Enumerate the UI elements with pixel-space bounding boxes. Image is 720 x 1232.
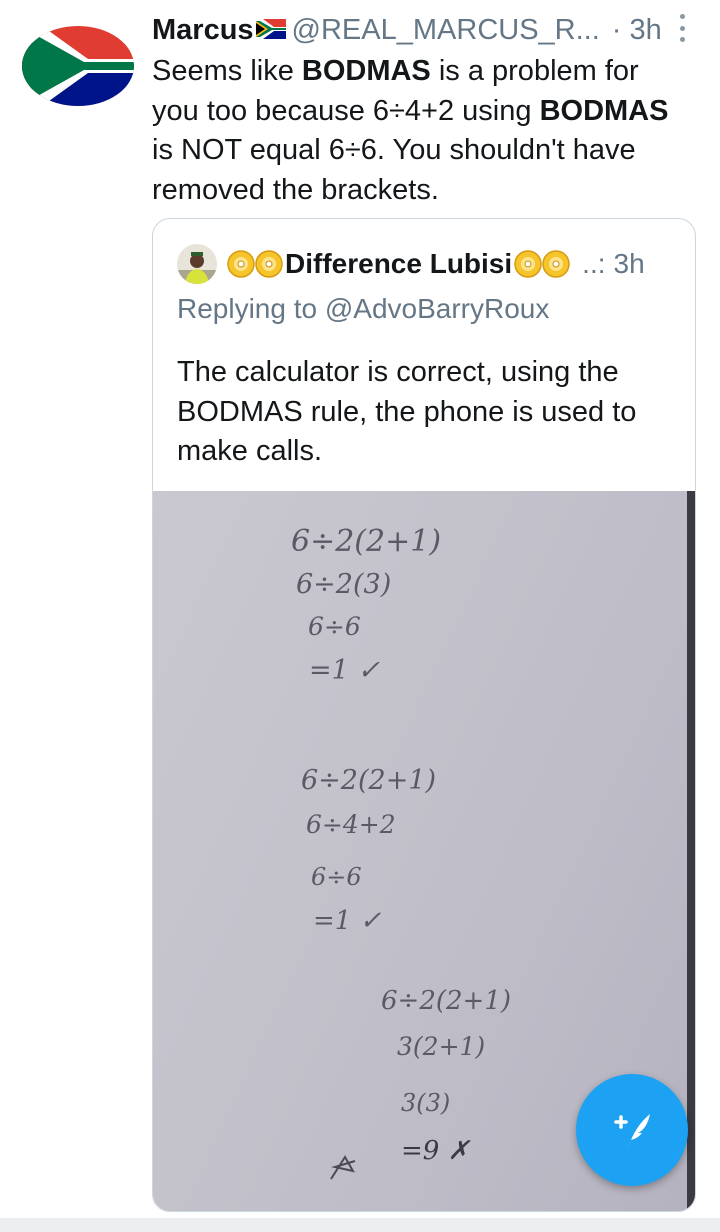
- handwritten-line: 6÷2(3): [296, 569, 391, 600]
- author-handle[interactable]: @REAL_MARCUS_R...: [292, 14, 600, 47]
- tweet-text-segment: is NOT equal 6÷6. You shouldn't have rem…: [152, 134, 636, 206]
- dvd-icon: [514, 250, 542, 278]
- handwritten-line: =9 ✗: [401, 1136, 471, 1166]
- south-africa-flag-icon: [22, 26, 134, 106]
- author-name[interactable]: Marcus: [152, 14, 254, 47]
- south-africa-flag-icon: [255, 14, 286, 47]
- dvd-icon: [255, 250, 283, 278]
- tweet-text-segment: BODMAS: [539, 94, 669, 127]
- tweet-text: Seems like BODMAS is a problem for you t…: [152, 52, 692, 210]
- handwritten-line: 3(3): [401, 1089, 450, 1117]
- quoted-time[interactable]: 3h: [614, 248, 645, 280]
- replying-to[interactable]: Replying to @AdvoBarryRoux: [177, 293, 549, 325]
- compose-tweet-icon: [614, 1114, 650, 1148]
- handwritten-line: 6÷2(2+1): [291, 524, 441, 559]
- handwritten-line: 6÷6: [308, 612, 361, 641]
- handwritten-line: 6÷6: [311, 863, 362, 891]
- compose-tweet-button[interactable]: [576, 1074, 688, 1186]
- quoted-tweet-header: Difference Lubisi ..: 3h: [177, 243, 677, 285]
- quoted-handle[interactable]: ..:: [582, 248, 605, 280]
- avatar[interactable]: [22, 26, 134, 106]
- avatar[interactable]: [177, 244, 217, 284]
- tweet-text-segment: Seems like: [152, 55, 302, 87]
- handwritten-line: 6÷2(2+1): [381, 986, 511, 1016]
- handwritten-line: 3(2+1): [397, 1032, 485, 1061]
- bottom-bar: [0, 1218, 720, 1232]
- handwritten-line: =1 ✓: [309, 655, 380, 686]
- scribble: [330, 1155, 356, 1180]
- handwritten-line: =1 ✓: [313, 906, 382, 936]
- tweet-text-segment: BODMAS: [301, 55, 431, 87]
- quoted-text: The calculator is correct, using the BOD…: [177, 356, 637, 467]
- dvd-icon: [227, 250, 255, 278]
- dvd-icon: [542, 250, 570, 278]
- tweet-time[interactable]: · 3h: [612, 14, 662, 47]
- tweet-header: Marcus @REAL_MARCUS_R... · 3h: [152, 8, 692, 52]
- quoted-author-name[interactable]: Difference Lubisi: [285, 248, 512, 280]
- quoted-tweet[interactable]: Difference Lubisi ..: 3h Replying to @Ad…: [152, 218, 696, 1212]
- more-vertical-icon[interactable]: [672, 10, 692, 46]
- handwritten-line: 6÷4+2: [306, 810, 396, 839]
- handwritten-line: 6÷2(2+1): [301, 765, 436, 796]
